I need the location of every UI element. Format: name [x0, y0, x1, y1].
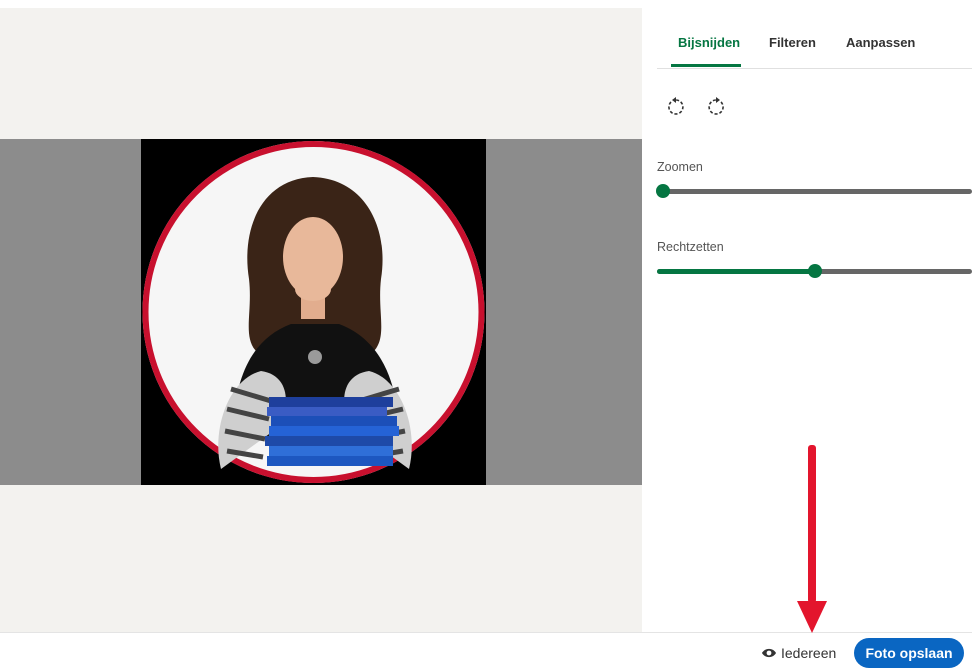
zoom-label: Zoomen — [657, 160, 703, 174]
footer-bar: Iedereen Foto opslaan — [0, 632, 972, 668]
save-photo-button[interactable]: Foto opslaan — [854, 638, 964, 668]
active-tab-indicator — [671, 64, 741, 67]
straighten-slider-fill — [657, 269, 815, 274]
annotation-arrow — [797, 445, 827, 633]
visibility-button[interactable]: Iedereen — [761, 645, 836, 661]
eye-icon — [762, 648, 776, 658]
zoom-slider[interactable] — [656, 184, 972, 198]
straighten-slider[interactable] — [657, 264, 972, 278]
profile-photo[interactable] — [141, 139, 486, 485]
rotate-counterclockwise-icon[interactable] — [665, 96, 687, 118]
straighten-label: Rechtzetten — [657, 240, 724, 254]
straighten-slider-handle[interactable] — [807, 264, 822, 278]
tab-filters[interactable]: Filteren — [769, 35, 816, 50]
zoom-slider-handle[interactable] — [656, 184, 671, 198]
rotate-clockwise-icon[interactable] — [705, 96, 727, 118]
tab-bar: Bijsnijden Filteren Aanpassen — [657, 8, 972, 69]
visibility-label: Iedereen — [781, 645, 837, 661]
tab-adjust[interactable]: Aanpassen — [846, 35, 915, 50]
profile-photo-image — [142, 141, 485, 483]
tab-crop[interactable]: Bijsnijden — [678, 35, 740, 50]
